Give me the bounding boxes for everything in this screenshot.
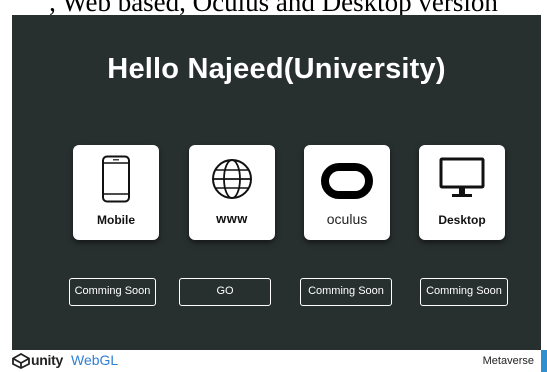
mobile-coming-soon-button[interactable]: Comming Soon <box>69 278 156 306</box>
fullscreen-button[interactable] <box>541 350 547 372</box>
unity-brand-text: unity <box>31 352 63 368</box>
desktop-coming-soon-button[interactable]: Comming Soon <box>420 278 508 306</box>
www-card[interactable]: www <box>189 145 275 240</box>
oculus-card[interactable]: oculus <box>304 145 390 240</box>
smartphone-icon <box>73 155 159 205</box>
webgl-text: WebGL <box>71 352 119 368</box>
oculus-label: oculus <box>326 211 368 227</box>
unity-canvas[interactable]: Hello Najeed(University) Mobile www ocul… <box>12 15 541 350</box>
app-name: Metaverse <box>482 355 534 367</box>
unity-footer: unity WebGL Metaverse <box>0 350 547 372</box>
desktop-card[interactable]: Desktop <box>419 145 505 240</box>
desktop-monitor-icon <box>419 155 505 205</box>
desktop-label: Desktop <box>438 213 486 227</box>
unity-logo-icon <box>12 353 30 369</box>
www-label: www <box>216 211 248 226</box>
oculus-coming-soon-button[interactable]: Comming Soon <box>300 278 392 306</box>
mobile-label: Mobile <box>97 213 135 227</box>
mobile-card[interactable]: Mobile <box>73 145 159 240</box>
page-title: Hello Najeed(University) <box>107 53 446 85</box>
oculus-headset-icon <box>304 155 390 205</box>
www-go-button[interactable]: GO <box>179 278 271 306</box>
globe-icon <box>189 155 275 205</box>
